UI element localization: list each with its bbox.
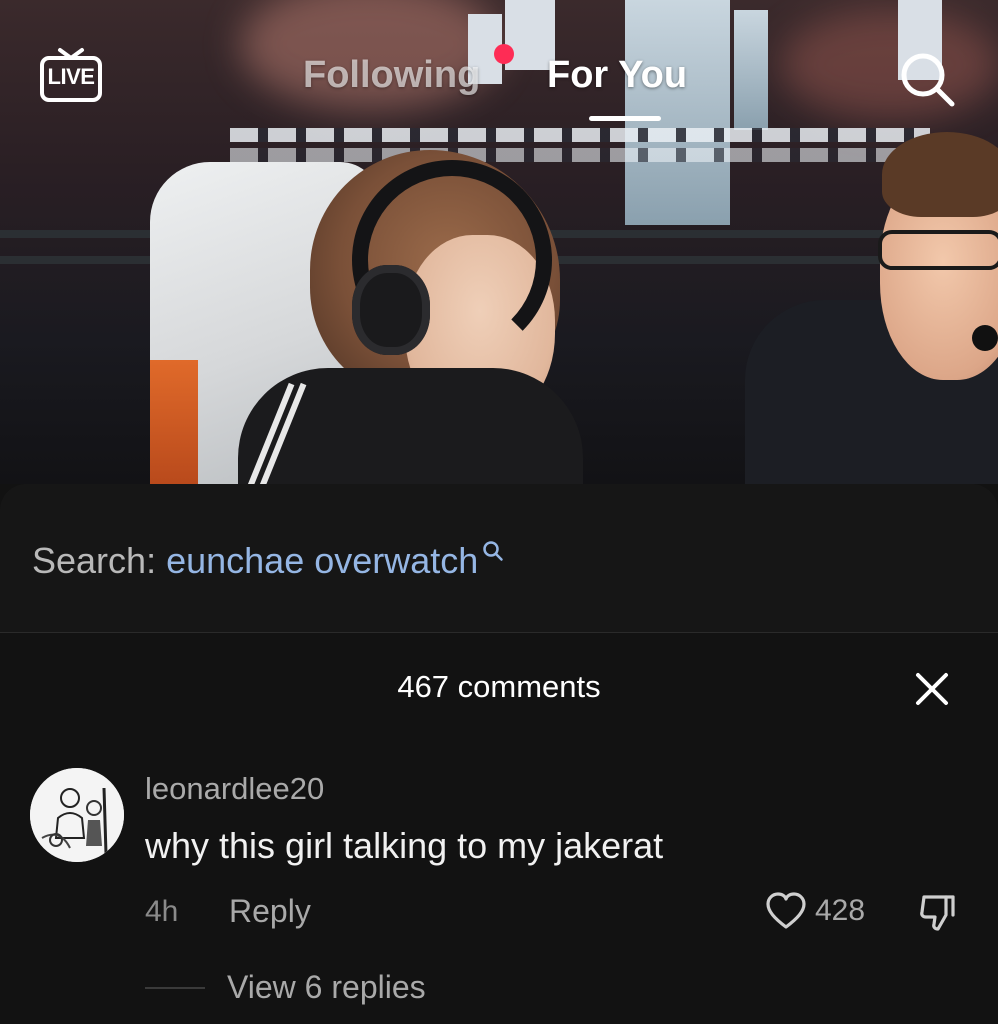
dislike-button[interactable]: [916, 891, 958, 933]
thumbs-down-icon: [920, 895, 955, 931]
search-suggestion[interactable]: Search: eunchae overwatch: [0, 484, 998, 632]
heart-outline-icon: [766, 892, 806, 929]
caster-mic: [972, 325, 998, 351]
like-button[interactable]: [764, 891, 808, 931]
search-mini-icon: [483, 541, 504, 561]
tab-following[interactable]: Following: [303, 54, 480, 97]
active-tab-indicator: [589, 116, 661, 121]
view-replies-button[interactable]: View 6 replies: [227, 969, 426, 1006]
search-icon: [901, 53, 955, 107]
avatar[interactable]: [30, 768, 124, 862]
close-button[interactable]: [910, 667, 954, 711]
comment-username[interactable]: leonardlee20: [145, 771, 324, 807]
live-button[interactable]: LIVE: [38, 46, 104, 104]
replies-divider: [145, 987, 205, 989]
headset-earcup: [352, 265, 430, 355]
comments-count: 467 comments: [397, 669, 601, 704]
reply-button[interactable]: Reply: [229, 893, 311, 930]
caster-hair: [882, 132, 998, 217]
live-label: LIVE: [47, 64, 95, 89]
search-query-link[interactable]: eunchae overwatch: [166, 540, 478, 581]
like-count: 428: [815, 894, 866, 927]
comments-sheet: 467 comments leonardlee20 why this girl …: [0, 632, 998, 1024]
caster-glasses: [878, 230, 998, 270]
search-button[interactable]: [896, 48, 958, 110]
search-prefix: Search:: [32, 540, 157, 581]
monitor-row: [230, 148, 930, 162]
manga-avatar-image: [30, 768, 124, 862]
tab-for-you[interactable]: For You: [547, 54, 687, 97]
comment-text: why this girl talking to my jakerat: [145, 825, 664, 866]
comment-time: 4h: [145, 895, 179, 928]
close-icon: [916, 673, 948, 705]
monitor-row: [230, 128, 930, 142]
notification-dot: [494, 44, 514, 64]
chair-stripe: [150, 360, 198, 484]
top-nav: LIVE Following For You: [0, 0, 998, 130]
